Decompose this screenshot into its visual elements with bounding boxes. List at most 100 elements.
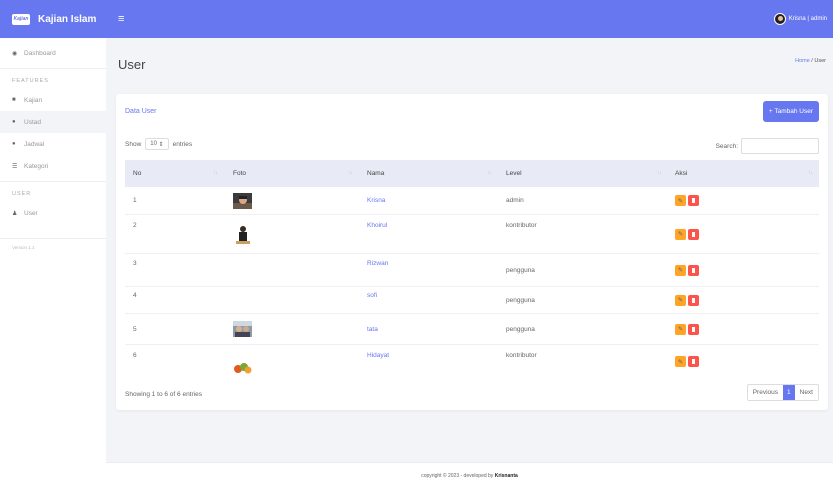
users-icon: ● (12, 119, 16, 125)
edit-icon[interactable]: ✎ (675, 356, 686, 367)
delete-icon[interactable] (688, 264, 699, 276)
user-photo (233, 192, 252, 209)
cell-no: 5 (133, 325, 137, 333)
cell-nama[interactable]: Krisna (359, 197, 498, 204)
cell-aksi: ✎ (668, 294, 819, 306)
cell-aksi: ✎ (668, 356, 819, 367)
sidebar-item-user[interactable]: ♟ User (0, 202, 106, 224)
users-icon: ● (12, 141, 16, 147)
sort-icon: ↑↓ (657, 170, 662, 176)
list-icon: ☰ (12, 163, 18, 170)
sort-icon: ↑↓ (808, 170, 813, 176)
sidebar-item-label: Kategori (24, 162, 49, 170)
cell-nama[interactable]: Hidayat (359, 345, 498, 359)
previous-page-button[interactable]: Previous (748, 385, 783, 400)
edit-icon[interactable]: ✎ (675, 264, 686, 276)
page-size-value: 10 (150, 141, 157, 147)
table-row: 5 tata pengguna ✎ (125, 314, 819, 345)
cell-foto (224, 224, 359, 244)
footer-author: Krisnanta (494, 472, 518, 479)
cell-level: pengguna (506, 325, 535, 333)
breadcrumb-home[interactable]: Home (795, 58, 810, 64)
sidebar-item-label: User (24, 209, 38, 217)
delete-icon[interactable] (688, 294, 699, 306)
cell-no: 3 (133, 260, 137, 267)
video-icon: ■ (12, 97, 16, 103)
search-input[interactable] (741, 138, 819, 154)
sidebar-section-features: FEATURES (12, 78, 49, 84)
user-icon: ♟ (12, 210, 18, 217)
table-header: No ↑↓ Foto ↑↓ Nama ↑↓ Level ↑↓ Aksi ↑↓ (125, 160, 819, 187)
cell-level: admin (506, 197, 524, 204)
table-row: 4 sofi pengguna ✎ (125, 287, 819, 314)
sidebar-item-label: Dashboard (24, 49, 56, 57)
edit-icon[interactable]: ✎ (675, 228, 686, 240)
cell-nama[interactable]: Khoirul (359, 215, 498, 229)
cell-foto (224, 349, 359, 375)
user-menu[interactable]: Krisna | admin (773, 13, 827, 25)
footer-text: copyright © 2023 - developed by (421, 472, 494, 479)
cell-aksi: ✎ (668, 195, 819, 206)
sidebar-item-label: Jadwal (24, 140, 45, 148)
column-label: Aksi (675, 170, 688, 177)
main-content: User Home / User Data User + Tambah User… (106, 38, 833, 488)
brand[interactable]: Kajian Kajian Islam (0, 0, 106, 38)
cell-aksi: ✎ (668, 264, 819, 276)
edit-icon[interactable]: ✎ (675, 195, 686, 206)
search-label: Search: (715, 142, 738, 150)
page-button-current[interactable]: 1 (783, 385, 795, 400)
cell-level: kontributor (506, 352, 537, 359)
sidebar-divider (0, 68, 106, 69)
cell-no: 6 (133, 352, 137, 359)
app-version: Version 1.1 (12, 245, 35, 250)
delete-icon[interactable] (688, 195, 699, 206)
add-user-button[interactable]: + Tambah User (762, 101, 819, 122)
column-no[interactable]: No ↑↓ (125, 170, 224, 177)
column-level[interactable]: Level ↑↓ (498, 170, 668, 177)
card-title: Data User (125, 108, 157, 115)
column-label: Level (506, 170, 522, 177)
column-aksi[interactable]: Aksi ↑↓ (668, 170, 819, 177)
delete-icon[interactable] (688, 228, 699, 240)
edit-icon[interactable]: ✎ (675, 323, 686, 335)
page-size-select[interactable]: 10 ⇕ (145, 138, 169, 150)
column-label: No (133, 170, 142, 177)
sidebar-item-kajian[interactable]: ■ Kajian (0, 89, 106, 111)
edit-icon[interactable]: ✎ (675, 294, 686, 306)
table-row: 2 Khoirul kontributor ✎ (125, 215, 819, 254)
column-foto[interactable]: Foto ↑↓ (224, 170, 359, 177)
cell-no: 1 (133, 197, 137, 204)
sidebar-divider (0, 238, 106, 239)
user-label: Krisna | admin (788, 16, 827, 22)
breadcrumb-current: User (814, 58, 826, 64)
cell-level: pengguna (506, 296, 535, 304)
sort-icon: ↑↓ (213, 170, 218, 176)
search-control: Search: (716, 138, 819, 154)
pagination: Previous 1 Next (746, 384, 819, 401)
cell-nama[interactable]: tata (359, 326, 498, 333)
column-label: Nama (367, 170, 385, 177)
cell-foto (224, 321, 359, 337)
sidebar-item-dashboard[interactable]: ◉ Dashboard (0, 42, 106, 64)
sidebar: ◉ Dashboard FEATURES ■ Kajian ● Ustad ● … (0, 38, 106, 488)
cell-nama[interactable]: sofi (359, 287, 498, 299)
sidebar-item-ustad[interactable]: ● Ustad (0, 111, 106, 133)
column-nama[interactable]: Nama ↑↓ (359, 170, 498, 177)
cell-nama[interactable]: Rizwan (359, 254, 498, 267)
cell-level: pengguna (506, 266, 535, 274)
column-label: Foto (233, 170, 247, 177)
sidebar-item-kategori[interactable]: ☰ Kategori (0, 155, 106, 177)
sidebar-item-label: Ustad (24, 118, 41, 126)
hamburger-icon[interactable]: ≡ (118, 13, 124, 25)
next-page-button[interactable]: Next (795, 385, 818, 400)
table-info: Showing 1 to 6 of 6 entries (125, 391, 202, 398)
dashboard-icon: ◉ (12, 50, 18, 57)
sort-icon: ↑↓ (487, 170, 492, 176)
delete-icon[interactable] (688, 323, 699, 335)
breadcrumb: Home / User (795, 58, 826, 64)
sort-updown-icon: ⇕ (158, 141, 164, 148)
show-label: Show (125, 140, 142, 148)
sidebar-item-jadwal[interactable]: ● Jadwal (0, 133, 106, 155)
delete-icon[interactable] (688, 356, 699, 367)
user-photo (236, 224, 250, 244)
